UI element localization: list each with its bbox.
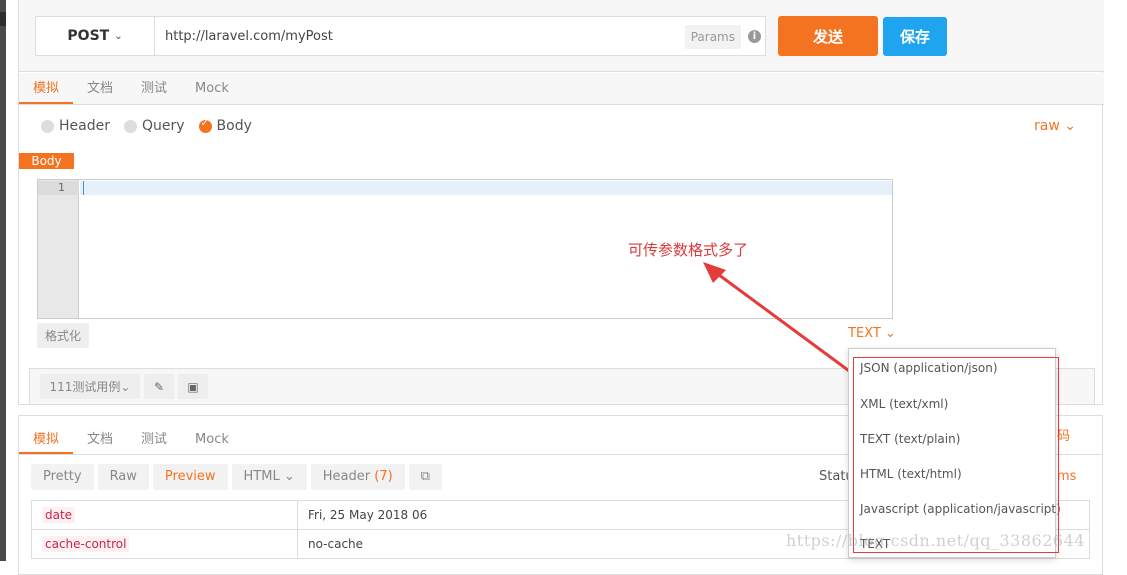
pretty-button[interactable]: Pretty bbox=[31, 464, 94, 490]
option-header[interactable]: Header bbox=[41, 118, 110, 134]
preview-button[interactable]: Preview bbox=[152, 464, 228, 490]
tab-test[interactable]: 测试 bbox=[127, 424, 181, 454]
method-select[interactable]: POST ⌄ bbox=[35, 16, 155, 56]
option-label: Body bbox=[216, 118, 252, 134]
left-window-edge bbox=[0, 0, 6, 561]
radio-icon bbox=[41, 119, 54, 133]
tab-docs[interactable]: 文档 bbox=[73, 73, 127, 104]
params-button[interactable]: Params bbox=[684, 25, 741, 49]
tab-simulate[interactable]: 模拟 bbox=[19, 73, 74, 104]
request-tabs: 模拟 文档 测试 Mock bbox=[19, 73, 1104, 105]
header-label: Header bbox=[322, 469, 371, 484]
checked-radio-icon bbox=[198, 118, 212, 133]
body-format-select[interactable]: TEXT ⌄ bbox=[848, 326, 896, 341]
dropdown-option[interactable]: Javascript (application/javascript) bbox=[849, 492, 1061, 527]
line-number: 1 bbox=[38, 181, 79, 195]
editor-gutter bbox=[38, 180, 79, 318]
format-button[interactable]: 格式化 bbox=[37, 323, 89, 348]
body-format-label: TEXT bbox=[848, 326, 881, 341]
body-tag: Body bbox=[19, 153, 74, 169]
tab-mock[interactable]: Mock bbox=[181, 73, 243, 104]
dropdown-option[interactable]: HTML (text/html) bbox=[849, 457, 1055, 492]
param-type-options: Header Query Body bbox=[41, 118, 252, 134]
info-icon[interactable]: i bbox=[748, 30, 761, 43]
response-toolbar: Pretty Raw Preview HTML ⌄ Header (7) ⧉ bbox=[31, 464, 442, 490]
url-text: http://laravel.com/myPost bbox=[165, 29, 333, 44]
request-topbar: POST ⌄ http://laravel.com/myPost Params … bbox=[19, 0, 1104, 72]
tab-mock[interactable]: Mock bbox=[181, 424, 243, 454]
radio-icon bbox=[123, 119, 137, 133]
dropdown-option[interactable]: TEXT bbox=[849, 527, 1055, 562]
header-key: date bbox=[42, 507, 76, 523]
header-count: (7) bbox=[374, 469, 393, 484]
active-line bbox=[80, 181, 892, 195]
body-format-dropdown: JSON (application/json) XML (text/xml) T… bbox=[848, 348, 1061, 558]
body-editor[interactable]: 1 bbox=[37, 179, 893, 319]
chevron-down-icon: ⌄ bbox=[114, 30, 123, 42]
raw-select[interactable]: raw ⌄ bbox=[1034, 118, 1076, 134]
test-case-label: 111测试用例 bbox=[49, 380, 121, 394]
annotation-text: 可传参数格式多了 bbox=[628, 241, 749, 259]
option-body[interactable]: Body bbox=[198, 118, 252, 134]
save-button[interactable]: 保存 bbox=[883, 17, 947, 56]
option-label: Query bbox=[141, 118, 185, 134]
method-label: POST bbox=[67, 28, 110, 44]
header-key: cache-control bbox=[42, 536, 130, 552]
request-panel: POST ⌄ http://laravel.com/myPost Params … bbox=[18, 0, 1104, 405]
tab-test[interactable]: 测试 bbox=[127, 73, 181, 104]
raw-label: raw bbox=[1034, 118, 1060, 134]
test-case-select[interactable]: 111测试用例 ⌄ bbox=[40, 374, 140, 399]
url-input[interactable]: http://laravel.com/myPost Params i bbox=[154, 16, 766, 56]
pencil-icon[interactable]: ✎ bbox=[144, 374, 174, 399]
floppy-icon[interactable]: ▣ bbox=[178, 374, 208, 399]
chevron-down-icon: ⌄ bbox=[884, 326, 896, 341]
response-side-text: 码 bbox=[1057, 429, 1071, 444]
dropdown-option[interactable]: XML (text/xml) bbox=[849, 387, 1055, 422]
send-button[interactable]: 发送 bbox=[778, 16, 878, 56]
raw-button[interactable]: Raw bbox=[97, 464, 149, 490]
option-query[interactable]: Query bbox=[123, 118, 185, 134]
text-cursor bbox=[83, 181, 84, 195]
copy-icon[interactable]: ⧉ bbox=[408, 464, 442, 490]
html-label: HTML bbox=[243, 469, 280, 484]
tab-docs[interactable]: 文档 bbox=[73, 424, 127, 454]
tab-simulate[interactable]: 模拟 bbox=[19, 424, 74, 454]
response-time: ms bbox=[1057, 469, 1077, 484]
html-select[interactable]: HTML ⌄ bbox=[231, 464, 307, 490]
chevron-down-icon: ⌄ bbox=[120, 379, 131, 394]
chevron-down-icon: ⌄ bbox=[1064, 118, 1076, 134]
dropdown-option[interactable]: TEXT (text/plain) bbox=[849, 422, 1055, 457]
chevron-down-icon: ⌄ bbox=[283, 469, 295, 484]
header-button[interactable]: Header (7) bbox=[310, 464, 405, 490]
option-label: Header bbox=[59, 118, 110, 134]
dropdown-option[interactable]: JSON (application/json) bbox=[849, 349, 1055, 387]
